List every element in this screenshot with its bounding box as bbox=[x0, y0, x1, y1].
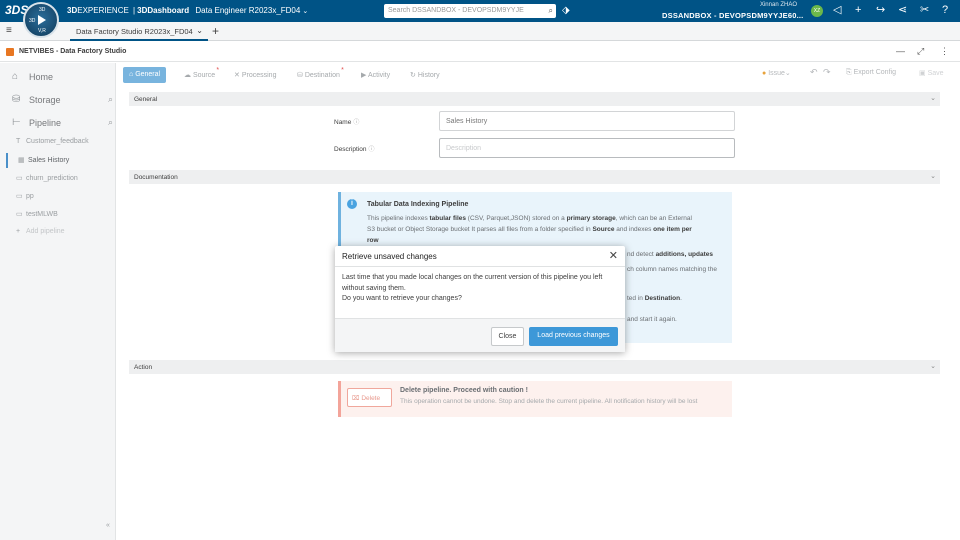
forward-icon[interactable]: ↪ bbox=[876, 4, 885, 16]
role-name: Data Engineer R2023x_FD04 bbox=[195, 6, 301, 15]
dialog-text: Last time that you made local changes on… bbox=[342, 274, 603, 281]
close-icon[interactable]: ✕ bbox=[609, 249, 618, 262]
tab-data-factory-studio[interactable]: Data Factory Studio R2023x_FD04 ⌄ bbox=[70, 22, 208, 41]
widget-title: NETVIBES - Data Factory Studio bbox=[19, 48, 127, 55]
netvibes-logo-icon bbox=[6, 48, 14, 56]
dialog-header: Retrieve unsaved changes ✕ bbox=[335, 246, 625, 267]
dialog-title: Retrieve unsaved changes bbox=[342, 252, 437, 261]
brand-strong: 3D bbox=[67, 6, 78, 15]
search-input[interactable]: Search DSSANDBOX - DEVOPSDM9YYJE ⌕ bbox=[384, 4, 556, 18]
brand-rest: EXPERIENCE bbox=[77, 6, 129, 15]
app-name: 3DDashboard bbox=[137, 6, 190, 15]
compass-south-label: V,R bbox=[38, 28, 46, 34]
tools-icon[interactable]: ✂ bbox=[920, 4, 929, 16]
dialog-body: Last time that you made local changes on… bbox=[342, 273, 620, 305]
compass-west-label: 3D bbox=[29, 18, 36, 24]
dialog-text: without saving them. bbox=[342, 284, 406, 292]
share-icon[interactable]: ◁ bbox=[833, 4, 841, 16]
search-placeholder: Search DSSANDBOX - DEVOPSDM9YYJE bbox=[388, 7, 524, 14]
maximize-icon[interactable]: ⤢ bbox=[917, 46, 924, 57]
help-icon[interactable]: ? bbox=[942, 4, 948, 16]
search-icon[interactable]: ⌕ bbox=[549, 6, 553, 16]
menu-icon[interactable]: ≡ bbox=[6, 25, 12, 36]
chevron-down-icon[interactable]: ⌄ bbox=[196, 26, 203, 35]
top-bar: 3DS 3D 3D V,R 3DEXPERIENCE | 3DDashboard … bbox=[0, 0, 960, 38]
load-previous-changes-button[interactable]: Load previous changes bbox=[529, 327, 618, 346]
widget-header: NETVIBES - Data Factory Studio — ⤢ ⋮ bbox=[0, 42, 960, 62]
play-icon bbox=[38, 15, 46, 25]
close-button[interactable]: Close bbox=[491, 327, 524, 346]
retrieve-changes-dialog: Retrieve unsaved changes ✕ Last time tha… bbox=[335, 246, 625, 352]
dialog-text: Do you want to retrieve your changes? bbox=[342, 295, 462, 302]
add-tab-button[interactable]: + bbox=[212, 24, 219, 38]
tab-bar: ≡ Data Factory Studio R2023x_FD04 ⌄ + bbox=[0, 22, 960, 41]
compass-north-label: 3D bbox=[39, 7, 46, 13]
compass-button[interactable]: 3D 3D V,R bbox=[23, 2, 59, 38]
app-brand[interactable]: 3DEXPERIENCE | 3DDashboard Data Engineer … bbox=[67, 6, 308, 15]
tenant-selector[interactable]: DSSANDBOX - DEVOPSDM9YYJE60... bbox=[662, 11, 803, 20]
avatar[interactable]: XZ bbox=[811, 5, 823, 17]
tag-icon[interactable]: ⬗ bbox=[562, 5, 570, 16]
user-name[interactable]: Xinnan ZHAO bbox=[745, 2, 797, 8]
minimize-icon[interactable]: — bbox=[896, 46, 905, 56]
tab-label: Data Factory Studio R2023x_FD04 bbox=[76, 27, 193, 36]
network-icon[interactable]: ⋖ bbox=[898, 4, 907, 16]
more-icon[interactable]: ⋮ bbox=[940, 46, 949, 57]
chevron-down-icon: ⌄ bbox=[302, 8, 309, 15]
brand-separator: | bbox=[133, 6, 136, 15]
add-icon[interactable]: + bbox=[855, 4, 861, 16]
dialog-footer: Close Load previous changes bbox=[335, 318, 625, 352]
